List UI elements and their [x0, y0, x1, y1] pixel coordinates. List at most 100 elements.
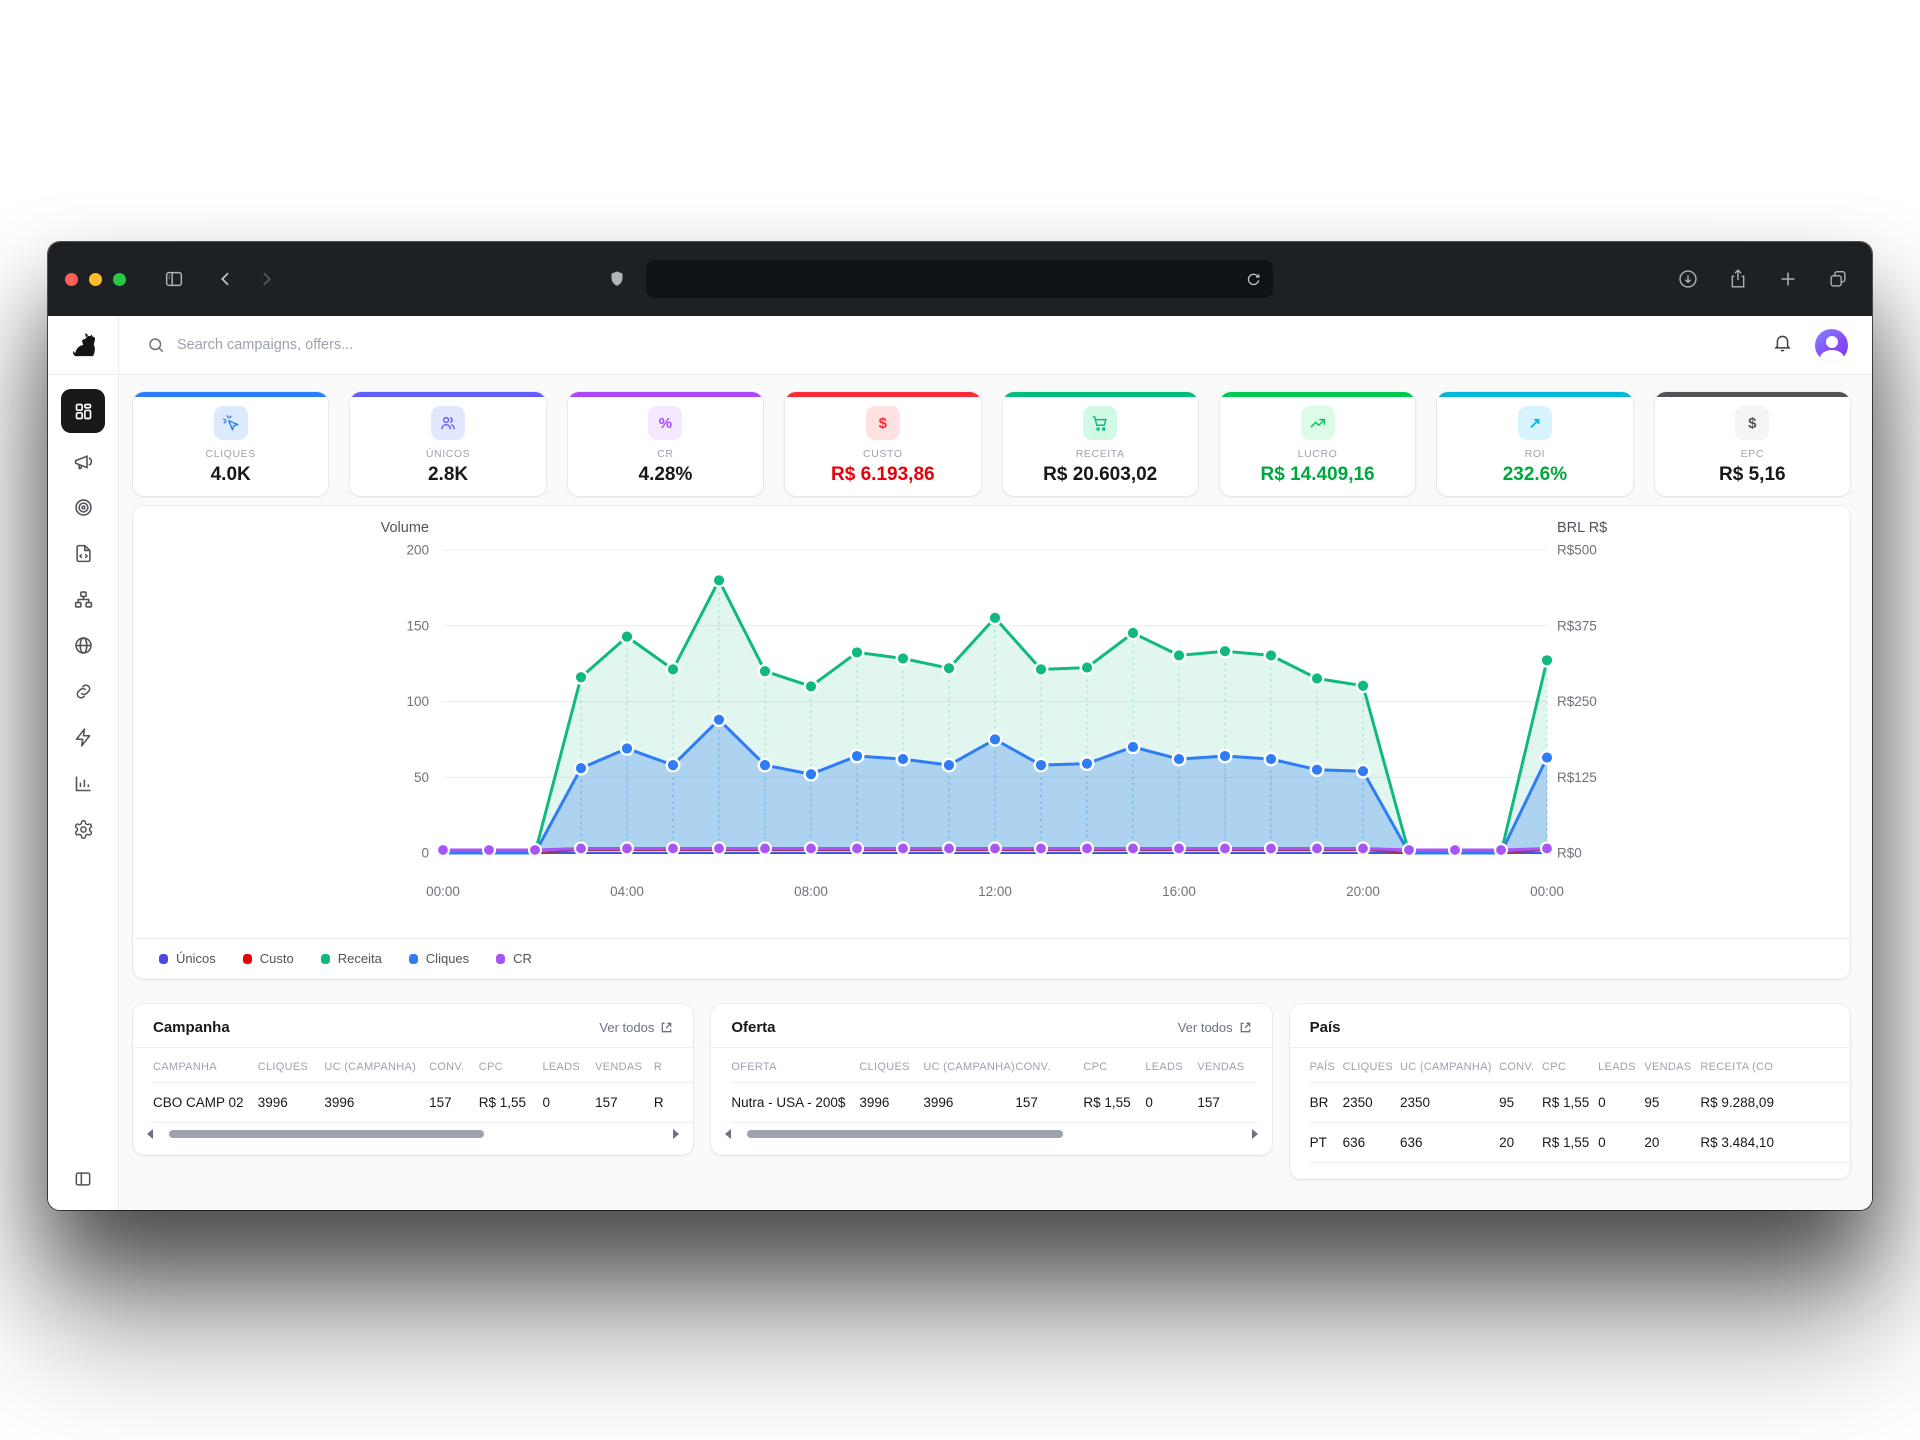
- scrollbar-thumb[interactable]: [747, 1130, 1062, 1138]
- oferta-ver-todos-link[interactable]: Ver todos: [1178, 1020, 1252, 1035]
- kpi-card-cr: % CR 4.28%: [568, 392, 763, 496]
- reload-icon[interactable]: [1241, 267, 1265, 291]
- scroll-right-arrow[interactable]: [673, 1129, 679, 1139]
- legend-item-receita[interactable]: Receita: [321, 951, 382, 966]
- app-sidebar: [48, 316, 119, 1210]
- scroll-right-arrow[interactable]: [1252, 1129, 1258, 1139]
- sidebar-item-campaigns[interactable]: [61, 443, 105, 479]
- traffic-chart-card: 0R$050R$125100R$250150R$375200R$500Volum…: [133, 506, 1850, 979]
- avatar[interactable]: [1815, 329, 1848, 362]
- scroll-left-arrow[interactable]: [725, 1129, 731, 1139]
- minimize-window-button[interactable]: [89, 273, 102, 286]
- sidebar-item-settings[interactable]: [61, 811, 105, 847]
- shield-icon[interactable]: [605, 267, 629, 291]
- sidebar-item-automation[interactable]: [61, 719, 105, 755]
- search-input[interactable]: [177, 337, 597, 353]
- dashboard-content: CLIQUES 4.0K ÚNICOS 2.8K % CR 4.28% $ CU…: [119, 375, 1872, 1210]
- forward-icon[interactable]: [254, 267, 278, 291]
- svg-text:100: 100: [406, 694, 429, 709]
- external-link-icon: [1239, 1021, 1252, 1034]
- global-search[interactable]: [147, 336, 1772, 354]
- column-header: VENDAS: [1197, 1048, 1257, 1083]
- browser-titlebar: [48, 242, 1872, 316]
- svg-text:150: 150: [406, 618, 429, 633]
- target-icon: [73, 497, 94, 518]
- kpi-value: 232.6%: [1503, 464, 1567, 486]
- svg-text:50: 50: [414, 770, 429, 785]
- column-header: UC (CAMPANHA): [1400, 1048, 1499, 1083]
- arrow-up-right-icon: ↗: [1518, 406, 1552, 440]
- kpi-card-lucro: LUCRO R$ 14.409,16: [1220, 392, 1415, 496]
- table-header-row: CAMPANHACLIQUESUC (CAMPANHA)CONV.CPCLEAD…: [153, 1048, 693, 1083]
- zoom-window-button[interactable]: [113, 273, 126, 286]
- oferta-card: Oferta Ver todos OFERTACLIQUESUC (CAMPAN…: [711, 1004, 1271, 1155]
- back-icon[interactable]: [214, 267, 238, 291]
- column-header: CLIQUES: [1343, 1048, 1400, 1083]
- scroll-left-arrow[interactable]: [147, 1129, 153, 1139]
- column-header: LEADS: [1598, 1048, 1644, 1083]
- legend-swatch: [496, 954, 505, 964]
- legend-swatch: [321, 954, 330, 964]
- legend-item-custo[interactable]: Custo: [243, 951, 294, 966]
- campanha-title: Campanha: [153, 1019, 230, 1036]
- kpi-card-unicos: ÚNICOS 2.8K: [350, 392, 545, 496]
- svg-text:BRL R$: BRL R$: [1557, 520, 1607, 536]
- oferta-table: OFERTACLIQUESUC (CAMPANHA)CONV.CPCLEADSV…: [731, 1048, 1257, 1123]
- table-header-row: PAÍSCLIQUESUC (CAMPANHA)CONV.CPCLEADSVEN…: [1310, 1048, 1850, 1083]
- svg-text:12:00: 12:00: [978, 884, 1012, 899]
- kpi-value: 4.0K: [211, 464, 251, 486]
- campanha-card: Campanha Ver todos CAMPANHACLIQUESUC (CA…: [133, 1004, 693, 1155]
- legend-item-unicos[interactable]: Únicos: [159, 951, 216, 966]
- kpi-value: R$ 20.603,02: [1043, 464, 1157, 486]
- share-icon[interactable]: [1726, 267, 1750, 291]
- campanha-ver-todos-link[interactable]: Ver todos: [599, 1020, 673, 1035]
- kpi-card-receita: RECEITA R$ 20.603,02: [1003, 392, 1198, 496]
- tables-row: Campanha Ver todos CAMPANHACLIQUESUC (CA…: [133, 1004, 1850, 1179]
- app-logo[interactable]: [48, 316, 118, 375]
- address-bar[interactable]: [646, 260, 1273, 298]
- cart-icon: [1083, 406, 1117, 440]
- tab-overview-icon[interactable]: [1826, 267, 1850, 291]
- column-header: CONV.: [429, 1048, 479, 1083]
- table-row: Nutra - USA - 200$39963996157R$ 1,550157: [731, 1083, 1257, 1123]
- close-window-button[interactable]: [65, 273, 78, 286]
- sitemap-icon: [73, 589, 94, 610]
- scrollbar-thumb[interactable]: [169, 1130, 484, 1138]
- chart-legend: Únicos Custo Receita Cliques CR: [133, 938, 1850, 966]
- svg-text:08:00: 08:00: [794, 884, 828, 899]
- new-tab-icon[interactable]: [1776, 267, 1800, 291]
- svg-text:R$250: R$250: [1557, 694, 1597, 709]
- time-series-chart: 0R$050R$125100R$250150R$375200R$500Volum…: [133, 506, 1850, 979]
- sidebar-item-links[interactable]: [61, 673, 105, 709]
- campanha-hscrollbar: [147, 1129, 679, 1139]
- sidebar-item-reports[interactable]: [61, 765, 105, 801]
- column-header: UC (CAMPANHA): [324, 1048, 429, 1083]
- svg-text:200: 200: [406, 543, 429, 558]
- sidebar-item-domains[interactable]: [61, 627, 105, 663]
- column-header: CLIQUES: [258, 1048, 325, 1083]
- column-header: UC (CAMPANHA): [923, 1048, 1015, 1083]
- sidebar-item-offers[interactable]: [61, 489, 105, 525]
- legend-item-cliques[interactable]: Cliques: [409, 951, 469, 966]
- kpi-card-cliques: CLIQUES 4.0K: [133, 392, 328, 496]
- column-header: VENDAS: [1644, 1048, 1700, 1083]
- browser-sidebar-toggle-icon[interactable]: [162, 267, 186, 291]
- sidebar-item-funnels[interactable]: [61, 581, 105, 617]
- kpi-value: 2.8K: [428, 464, 468, 486]
- kpi-label: ROI: [1525, 448, 1545, 460]
- column-header: CPC: [479, 1048, 543, 1083]
- notifications-bell-icon[interactable]: [1772, 332, 1793, 358]
- sidebar-item-dashboard[interactable]: [61, 389, 105, 433]
- dashboard-grid-icon: [73, 401, 94, 422]
- kpi-row: CLIQUES 4.0K ÚNICOS 2.8K % CR 4.28% $ CU…: [133, 392, 1850, 496]
- download-icon[interactable]: [1676, 267, 1700, 291]
- click-icon: [214, 406, 248, 440]
- legend-item-cr[interactable]: CR: [496, 951, 532, 966]
- kpi-value: 4.28%: [639, 464, 693, 486]
- zap-icon: [73, 727, 94, 748]
- column-header: CAMPANHA: [153, 1048, 258, 1083]
- dollar-icon: $: [1735, 406, 1769, 440]
- bar-chart-icon: [73, 773, 94, 794]
- sidebar-item-landings[interactable]: [61, 535, 105, 571]
- panel-left-icon[interactable]: [73, 1169, 93, 1194]
